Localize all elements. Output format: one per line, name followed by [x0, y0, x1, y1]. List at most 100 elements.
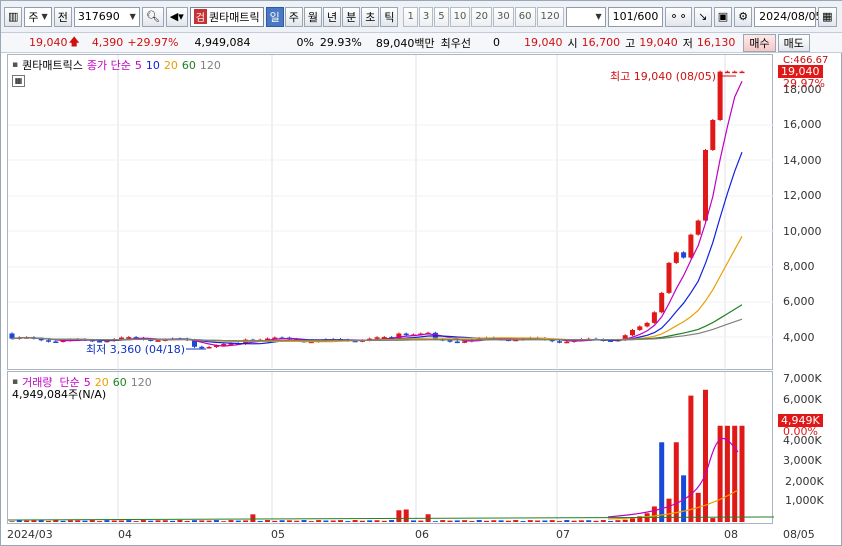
- candle-body: [46, 340, 51, 342]
- best-label: 최우선: [440, 36, 471, 50]
- period-tabs: 일 주 월 년 분 초 틱: [265, 6, 399, 27]
- price-tick: 14,000: [783, 154, 822, 167]
- handle-icon[interactable]: ▪: [12, 60, 18, 70]
- stock-name-label: 퀀타매트릭: [208, 10, 260, 24]
- volume-bar: [60, 520, 66, 522]
- volume-bar: [630, 518, 635, 522]
- volume-bar: [586, 520, 592, 522]
- tab-tick[interactable]: 틱: [380, 6, 399, 27]
- volume-bar: [411, 520, 416, 522]
- amount-value: 89,040백만: [375, 36, 435, 50]
- candle-body: [717, 71, 723, 120]
- tab-minute[interactable]: 분: [342, 6, 361, 27]
- volume-bar: [75, 520, 81, 522]
- interval-30[interactable]: 30: [493, 6, 514, 27]
- interval-60[interactable]: 60: [514, 6, 536, 27]
- legend-stock-name[interactable]: 퀀타매트릭스: [22, 57, 83, 73]
- candle-body: [637, 326, 643, 330]
- volume-bar: [148, 520, 154, 522]
- legend-ma5: 5: [134, 58, 142, 72]
- volume-bar: [272, 520, 278, 522]
- candle-body: [221, 343, 227, 346]
- grid-toggle-icon[interactable]: ▦: [12, 75, 25, 87]
- tab-day[interactable]: 일: [265, 6, 284, 27]
- volume-bar: [527, 520, 533, 522]
- buy-button[interactable]: 매수: [743, 33, 776, 52]
- interval-120[interactable]: 120: [536, 6, 564, 27]
- open-value: 16,700: [581, 36, 621, 49]
- count-total: /600: [633, 10, 659, 23]
- price-panel[interactable]: 최고 19,040 (08/05) 최저 3,360 (04/18) ▪ 퀀타매트…: [7, 54, 774, 371]
- quote-bar: 19,040 🡅 4,390 +29.97% 4,949,084 0% 29.9…: [1, 33, 842, 53]
- price-tick: 12,000: [783, 189, 822, 202]
- candle-body: [564, 341, 570, 344]
- volume-bar: [476, 520, 482, 522]
- volume-bar: [469, 520, 475, 522]
- custom-interval-select[interactable]: ▼: [565, 6, 606, 27]
- volume-bar: [374, 520, 380, 522]
- market-select[interactable]: 주 ▼: [24, 6, 52, 27]
- volume-bar: [140, 520, 146, 522]
- chart-window: ▥ 주 ▼ 전 317690 ▼ 🔍︎ ◀▾ 검 퀀타매트릭 일 주 월 년 분 초 …: [0, 0, 842, 546]
- candle-body: [155, 340, 161, 342]
- legend-vma60: 60: [112, 375, 127, 389]
- volume-bar: [46, 520, 51, 522]
- sell-button[interactable]: 매도: [777, 33, 810, 52]
- layout-icon[interactable]: ▥: [4, 6, 23, 27]
- volume-bar: [338, 520, 343, 522]
- volume-bar: [447, 520, 453, 522]
- bar-counter[interactable]: 101/600: [607, 6, 664, 27]
- speaker-icon[interactable]: ◀▾: [165, 6, 188, 27]
- prev-button[interactable]: 전: [53, 6, 72, 27]
- volume-chart: [8, 372, 774, 525]
- price-tick: 10,000: [783, 225, 822, 238]
- volume-bar: [316, 520, 322, 522]
- volume-bar: [520, 521, 526, 522]
- volume-bar: [542, 520, 548, 522]
- code-input[interactable]: 317690 ▼: [73, 6, 140, 27]
- volume-bar: [126, 520, 132, 522]
- line-tool-icon[interactable]: ↘: [693, 6, 712, 27]
- date-value: 2024/08/05: [759, 10, 823, 23]
- volume-tick: 1,000K: [785, 494, 824, 507]
- price-tick: 4,000: [783, 331, 815, 344]
- toolbar: ▥ 주 ▼ 전 317690 ▼ 🔍︎ ◀▾ 검 퀀타매트릭 일 주 월 년 분 초 …: [1, 1, 842, 33]
- tab-month[interactable]: 월: [303, 6, 322, 27]
- tab-year[interactable]: 년: [322, 6, 342, 27]
- interval-5[interactable]: 5: [434, 6, 449, 27]
- chevron-down-icon: ▼: [129, 12, 136, 21]
- high-value: 19,040: [639, 36, 678, 49]
- candle-body: [374, 337, 380, 339]
- volume-bar: [286, 520, 292, 522]
- volume-bar: [381, 520, 387, 522]
- volume-bar: [9, 521, 15, 522]
- interval-1[interactable]: 1: [403, 6, 418, 27]
- volume-tick: 6,000K: [783, 393, 822, 406]
- interval-3[interactable]: 3: [418, 6, 434, 27]
- price-legend: ▪ 퀀타매트릭스 종가 단순 5 10 20 60 120: [12, 57, 221, 73]
- volume-panel[interactable]: ▪ 거래량 단순 5 20 60 120 4,949,084주(N/A): [7, 371, 774, 525]
- candle-type-icon[interactable]: ⚬⚬: [665, 6, 692, 27]
- search-icon[interactable]: 🔍︎: [141, 6, 164, 27]
- interval-10[interactable]: 10: [449, 6, 471, 27]
- calendar-icon[interactable]: ▦: [818, 6, 837, 27]
- save-icon[interactable]: ▣: [713, 6, 733, 27]
- date-input[interactable]: 2024/08/05: [754, 6, 823, 27]
- candle-body: [732, 71, 738, 74]
- tab-week[interactable]: 주: [284, 6, 303, 27]
- tab-second[interactable]: 초: [361, 6, 380, 27]
- gear-icon[interactable]: ⚙: [734, 6, 753, 27]
- legend-ma20: 20: [163, 58, 178, 72]
- price-chart: 최고 19,040 (08/05) 최저 3,360 (04/18): [8, 55, 774, 371]
- candle-body: [644, 322, 650, 327]
- price-axis[interactable]: [774, 54, 842, 370]
- candle-body: [53, 341, 59, 343]
- legend-type: 종가 단순: [86, 59, 131, 72]
- candle-body: [447, 340, 453, 342]
- interval-20[interactable]: 20: [471, 6, 493, 27]
- stock-name[interactable]: 검 퀀타매트릭: [189, 6, 264, 27]
- chevron-down-icon: ▼: [595, 12, 602, 21]
- volume-bar: [89, 520, 95, 522]
- candle-body: [710, 119, 716, 150]
- volume-bar: [170, 520, 176, 522]
